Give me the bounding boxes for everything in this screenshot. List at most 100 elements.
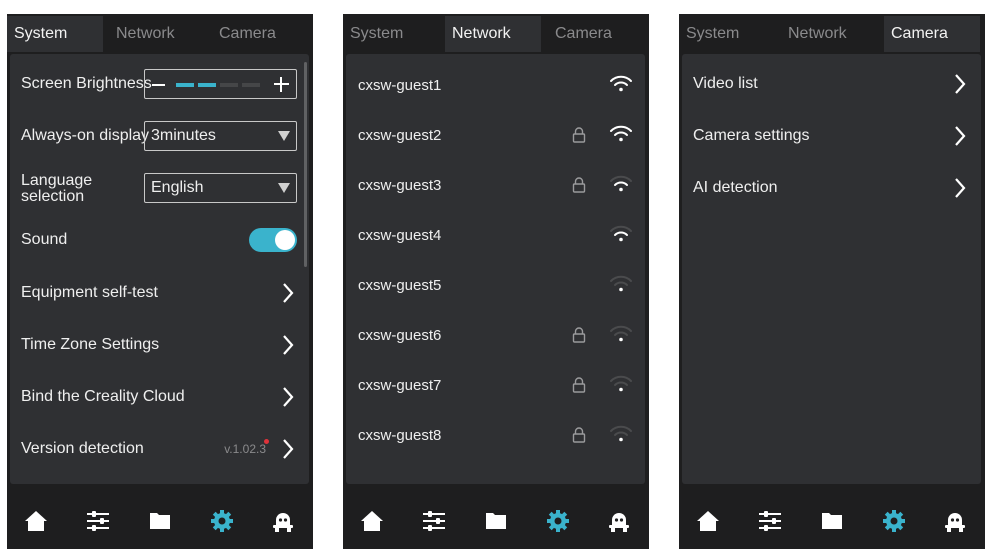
gear-icon[interactable] (546, 509, 570, 533)
wifi-network-row[interactable]: cxsw-guest6 (346, 311, 645, 361)
camera-screen: System Network Camera Video list Camera … (679, 14, 985, 549)
equipment-self-test-row[interactable]: Equipment self-test (10, 267, 309, 319)
language-label-line1: Language (21, 172, 93, 189)
sound-label: Sound (21, 231, 68, 248)
brightness-segment (198, 83, 216, 87)
system-screen: System Network Camera Screen Brightness … (7, 14, 313, 549)
wifi-network-row[interactable]: cxsw-guest8 (346, 411, 645, 461)
lock-icon (572, 327, 586, 343)
wifi-signal-icon (609, 75, 633, 93)
bottom-navbar (343, 490, 649, 549)
brightness-segment (220, 83, 238, 87)
bottom-navbar (679, 490, 985, 549)
chevron-right-icon (281, 438, 295, 460)
network-screen: System Network Camera cxsw-guest1 cxsw-gu… (343, 14, 649, 549)
home-icon[interactable] (24, 509, 48, 533)
sliders-icon[interactable] (758, 509, 782, 533)
wifi-network-name: cxsw-guest3 (358, 177, 442, 194)
screen-brightness-row: Screen Brightness (10, 58, 309, 110)
camera-settings-row[interactable]: Camera settings (682, 110, 981, 162)
sliders-icon[interactable] (422, 509, 446, 533)
always-on-display-row: Always-on display 3minutes (10, 110, 309, 162)
brightness-slider[interactable] (144, 69, 297, 99)
chevron-right-icon (953, 73, 967, 95)
tab-network[interactable]: Network (445, 16, 541, 52)
tab-camera[interactable]: Camera (212, 16, 308, 52)
chevron-right-icon (953, 177, 967, 199)
brightness-segment (176, 83, 194, 87)
tab-system[interactable]: System (679, 16, 775, 52)
wifi-network-name: cxsw-guest6 (358, 327, 442, 344)
sound-toggle[interactable] (249, 228, 297, 252)
version-detection-label: Version detection (21, 440, 144, 457)
tab-system[interactable]: System (343, 16, 439, 52)
home-icon[interactable] (696, 509, 720, 533)
bind-creality-cloud-row[interactable]: Bind the Creality Cloud (10, 371, 309, 423)
tab-camera[interactable]: Camera (548, 16, 644, 52)
lock-icon (572, 177, 586, 193)
time-zone-settings-row[interactable]: Time Zone Settings (10, 319, 309, 371)
lock-icon (572, 127, 586, 143)
lock-icon (572, 427, 586, 443)
robot-icon[interactable] (607, 509, 631, 533)
time-zone-settings-label: Time Zone Settings (21, 336, 160, 353)
tab-bar: System Network Camera (7, 16, 313, 52)
ai-detection-row[interactable]: AI detection (682, 162, 981, 214)
wifi-network-name: cxsw-guest2 (358, 127, 442, 144)
wifi-network-row[interactable]: cxsw-guest5 (346, 261, 645, 311)
wifi-signal-icon (609, 325, 633, 343)
wifi-network-row[interactable]: cxsw-guest7 (346, 361, 645, 411)
gear-icon[interactable] (210, 509, 234, 533)
folder-icon[interactable] (484, 509, 508, 533)
wifi-signal-icon (609, 125, 633, 143)
wifi-network-row[interactable]: cxsw-guest1 (346, 61, 645, 111)
wifi-network-row[interactable]: cxsw-guest3 (346, 161, 645, 211)
wifi-network-name: cxsw-guest8 (358, 427, 442, 444)
tab-network[interactable]: Network (109, 16, 205, 52)
brightness-decrease-button[interactable] (152, 84, 165, 86)
video-list-label: Video list (693, 75, 758, 92)
brightness-increase-button[interactable] (274, 77, 289, 92)
tab-system[interactable]: System (7, 16, 103, 52)
folder-icon[interactable] (820, 509, 844, 533)
screen-brightness-label: Screen Brightness (21, 75, 152, 92)
tab-bar: System Network Camera (679, 16, 985, 52)
language-value: English (151, 179, 204, 196)
bind-creality-cloud-label: Bind the Creality Cloud (21, 388, 185, 405)
wifi-network-row[interactable]: cxsw-guest2 (346, 111, 645, 161)
wifi-signal-icon (609, 225, 633, 243)
home-icon[interactable] (360, 509, 384, 533)
chevron-right-icon (953, 125, 967, 147)
sound-row: Sound (10, 214, 309, 266)
version-detection-row[interactable]: Version detection v.1.02.3 (10, 423, 309, 475)
tab-camera[interactable]: Camera (884, 16, 980, 52)
camera-settings-label: Camera settings (693, 127, 810, 144)
tab-bar: System Network Camera (343, 16, 649, 52)
always-on-display-select[interactable]: 3minutes (144, 121, 297, 151)
camera-settings-panel: Video list Camera settings AI detection (682, 54, 981, 484)
language-label-line2: selection (21, 188, 85, 205)
network-list-panel: cxsw-guest1 cxsw-guest2 cxsw-guest3 cxsw-gu… (346, 54, 645, 484)
robot-icon[interactable] (271, 509, 295, 533)
system-settings-panel: Screen Brightness Always-on display 3min… (10, 54, 309, 484)
wifi-signal-icon (609, 375, 633, 393)
sliders-icon[interactable] (86, 509, 110, 533)
tab-network[interactable]: Network (781, 16, 877, 52)
folder-icon[interactable] (148, 509, 172, 533)
language-select[interactable]: English (144, 173, 297, 203)
bottom-navbar (7, 490, 313, 549)
lock-icon (572, 377, 586, 393)
toggle-knob (275, 230, 295, 250)
always-on-display-label: Always-on display (21, 127, 150, 144)
gear-icon[interactable] (882, 509, 906, 533)
wifi-network-name: cxsw-guest1 (358, 77, 442, 94)
ai-detection-label: AI detection (693, 179, 778, 196)
wifi-signal-icon (609, 175, 633, 193)
wifi-signal-icon (609, 425, 633, 443)
wifi-network-row[interactable]: cxsw-guest4 (346, 211, 645, 261)
robot-icon[interactable] (943, 509, 967, 533)
chevron-right-icon (281, 334, 295, 356)
video-list-row[interactable]: Video list (682, 58, 981, 110)
always-on-display-value: 3minutes (151, 127, 216, 144)
dropdown-arrow-icon (278, 183, 290, 193)
